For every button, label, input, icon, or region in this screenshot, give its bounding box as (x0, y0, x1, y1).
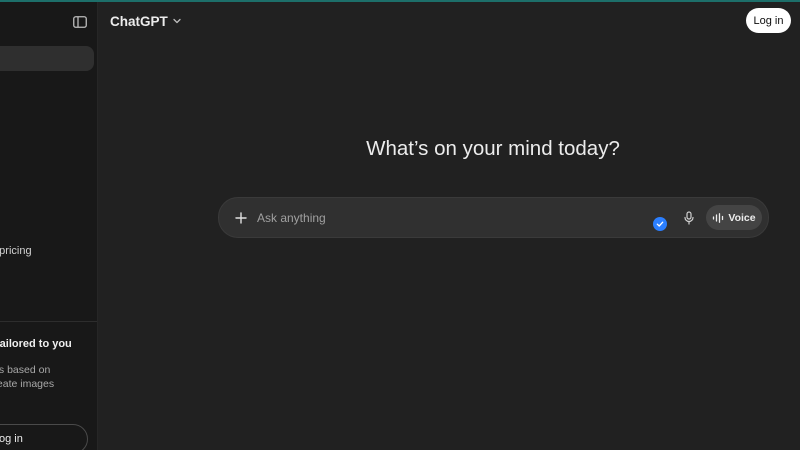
attach-button[interactable] (231, 208, 251, 228)
page-headline: What’s on your mind today? (366, 137, 620, 160)
voice-label: Voice (728, 211, 756, 224)
microphone-icon (684, 211, 694, 225)
promo-description-line-2: s create images (0, 378, 55, 390)
model-name: ChatGPT (110, 13, 168, 29)
voice-waveform-icon (713, 212, 724, 223)
login-button[interactable]: Log in (746, 8, 791, 33)
sidebar: d pricing tailored to you wers based on … (0, 2, 98, 450)
plus-icon (235, 212, 247, 224)
prompt-composer: Voice (218, 197, 769, 238)
sidebar-item-pricing[interactable]: d pricing (0, 245, 32, 257)
sidebar-item-active[interactable] (0, 46, 94, 71)
promo-description-line-1: wers based on (0, 364, 51, 376)
prompt-input[interactable] (257, 207, 637, 229)
sidebar-toggle-button[interactable] (70, 13, 90, 31)
top-accent-bar (0, 0, 800, 2)
voice-mode-button[interactable]: Voice (706, 205, 762, 230)
check-badge-icon (653, 217, 667, 231)
sidebar-toggle-icon (73, 16, 87, 28)
promo-title: tailored to you (0, 338, 72, 350)
sidebar-login-button[interactable]: og in (0, 424, 88, 450)
dictate-button[interactable] (679, 208, 699, 228)
login-promo-panel: tailored to you wers based on s create i… (0, 321, 97, 450)
sidebar-login-label: og in (0, 433, 23, 445)
model-selector[interactable]: ChatGPT (104, 10, 188, 32)
chevron-down-icon (173, 18, 181, 24)
